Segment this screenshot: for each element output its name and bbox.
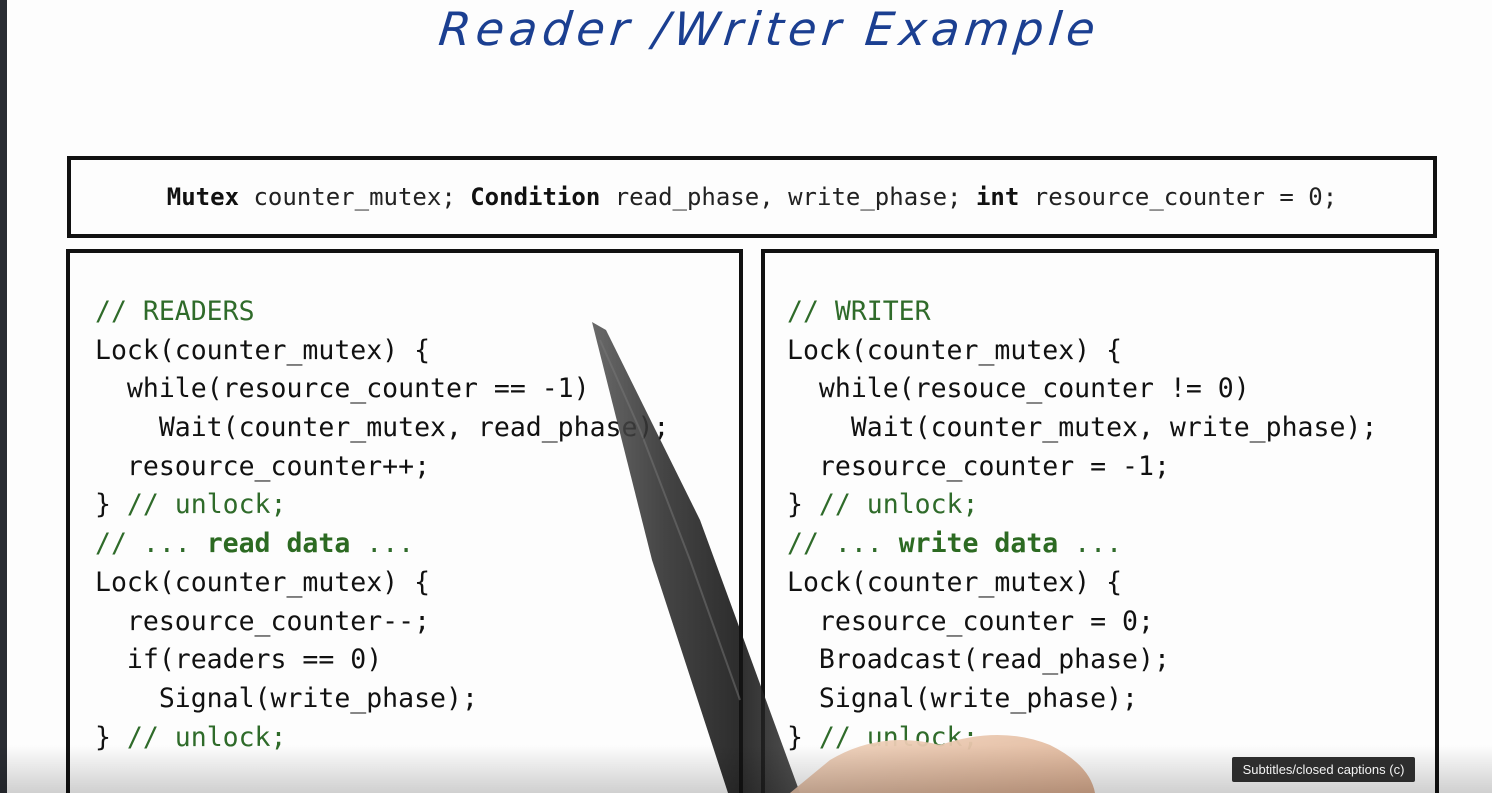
unlock-comment: // unlock; [126,721,287,753]
unlock-comment: // unlock; [126,489,287,521]
code-line: Wait(counter_mutex, write_phase); [787,412,1378,444]
unlock-comment: // unlock; [818,721,979,753]
code-line-unlock: } // unlock; [787,719,1377,758]
code-line: resource_counter = -1; [787,450,1170,482]
code-line: resource_counter++; [95,450,431,482]
code-line: Lock(counter_mutex) { [95,566,431,598]
decl-condition-keyword: Condition [470,183,601,211]
writer-code: // WRITER Lock(counter_mutex) { while(res… [787,293,1377,757]
decl-int-rest: resource_counter = 0; [1019,183,1338,211]
code-line: Broadcast(read_phase); [787,644,1170,676]
code-line: Lock(counter_mutex) { [95,334,431,366]
decl-int-keyword: int [975,183,1020,211]
code-line-unlock: } // unlock; [95,486,669,525]
closing-brace: } [95,489,127,521]
read-data-label: read data [206,528,351,560]
code-line: if(readers == 0) [95,644,383,676]
video-frame[interactable]: Reader /Writer Example Mutex counter_mut… [0,0,1492,793]
closing-brace: } [95,721,127,753]
decl-mutex-keyword: Mutex [166,183,240,211]
write-data-label: write data [898,528,1059,560]
closing-brace: } [787,721,819,753]
readers-code: // READERS Lock(counter_mutex) { while(re… [95,293,669,757]
code-line: while(resource_counter == -1) [95,373,590,405]
code-line: Signal(write_phase); [787,682,1138,714]
readers-code-box: // READERS Lock(counter_mutex) { while(re… [66,249,743,793]
decl-mutex-rest: counter_mutex; [239,183,471,211]
unlock-comment: // unlock; [818,489,979,521]
captions-button[interactable]: Subtitles/closed captions (c) [1232,757,1415,782]
code-line: Wait(counter_mutex, read_phase); [95,412,670,444]
write-data-comment: // ... write data ... [787,525,1377,564]
comment-prefix: // ... [95,528,207,560]
comment-suffix: ... [1058,528,1123,560]
readers-heading: // READERS [95,296,255,327]
slide-title: Reader /Writer Example [436,2,1103,56]
code-line-unlock: } // unlock; [787,486,1377,525]
decl-condition-rest: read_phase, write_phase; [600,183,976,211]
player-left-edge [0,0,7,793]
closing-brace: } [787,489,819,521]
comment-prefix: // ... [787,528,899,560]
code-line: Lock(counter_mutex) { [787,334,1123,366]
code-line: resource_counter--; [95,605,431,637]
code-line: while(resouce_counter != 0) [787,373,1250,405]
lecture-slide: Reader /Writer Example Mutex counter_mut… [7,0,1492,793]
writer-heading: // WRITER [787,296,931,327]
code-line: resource_counter = 0; [787,605,1154,637]
shared-declaration-box: Mutex counter_mutex; Condition read_phas… [67,156,1437,238]
code-line-unlock: } // unlock; [95,719,669,758]
writer-code-box: // WRITER Lock(counter_mutex) { while(res… [761,249,1439,793]
code-line: Signal(write_phase); [95,682,478,714]
comment-suffix: ... [350,528,415,560]
read-data-comment: // ... read data ... [95,525,669,564]
code-line: Lock(counter_mutex) { [787,566,1123,598]
